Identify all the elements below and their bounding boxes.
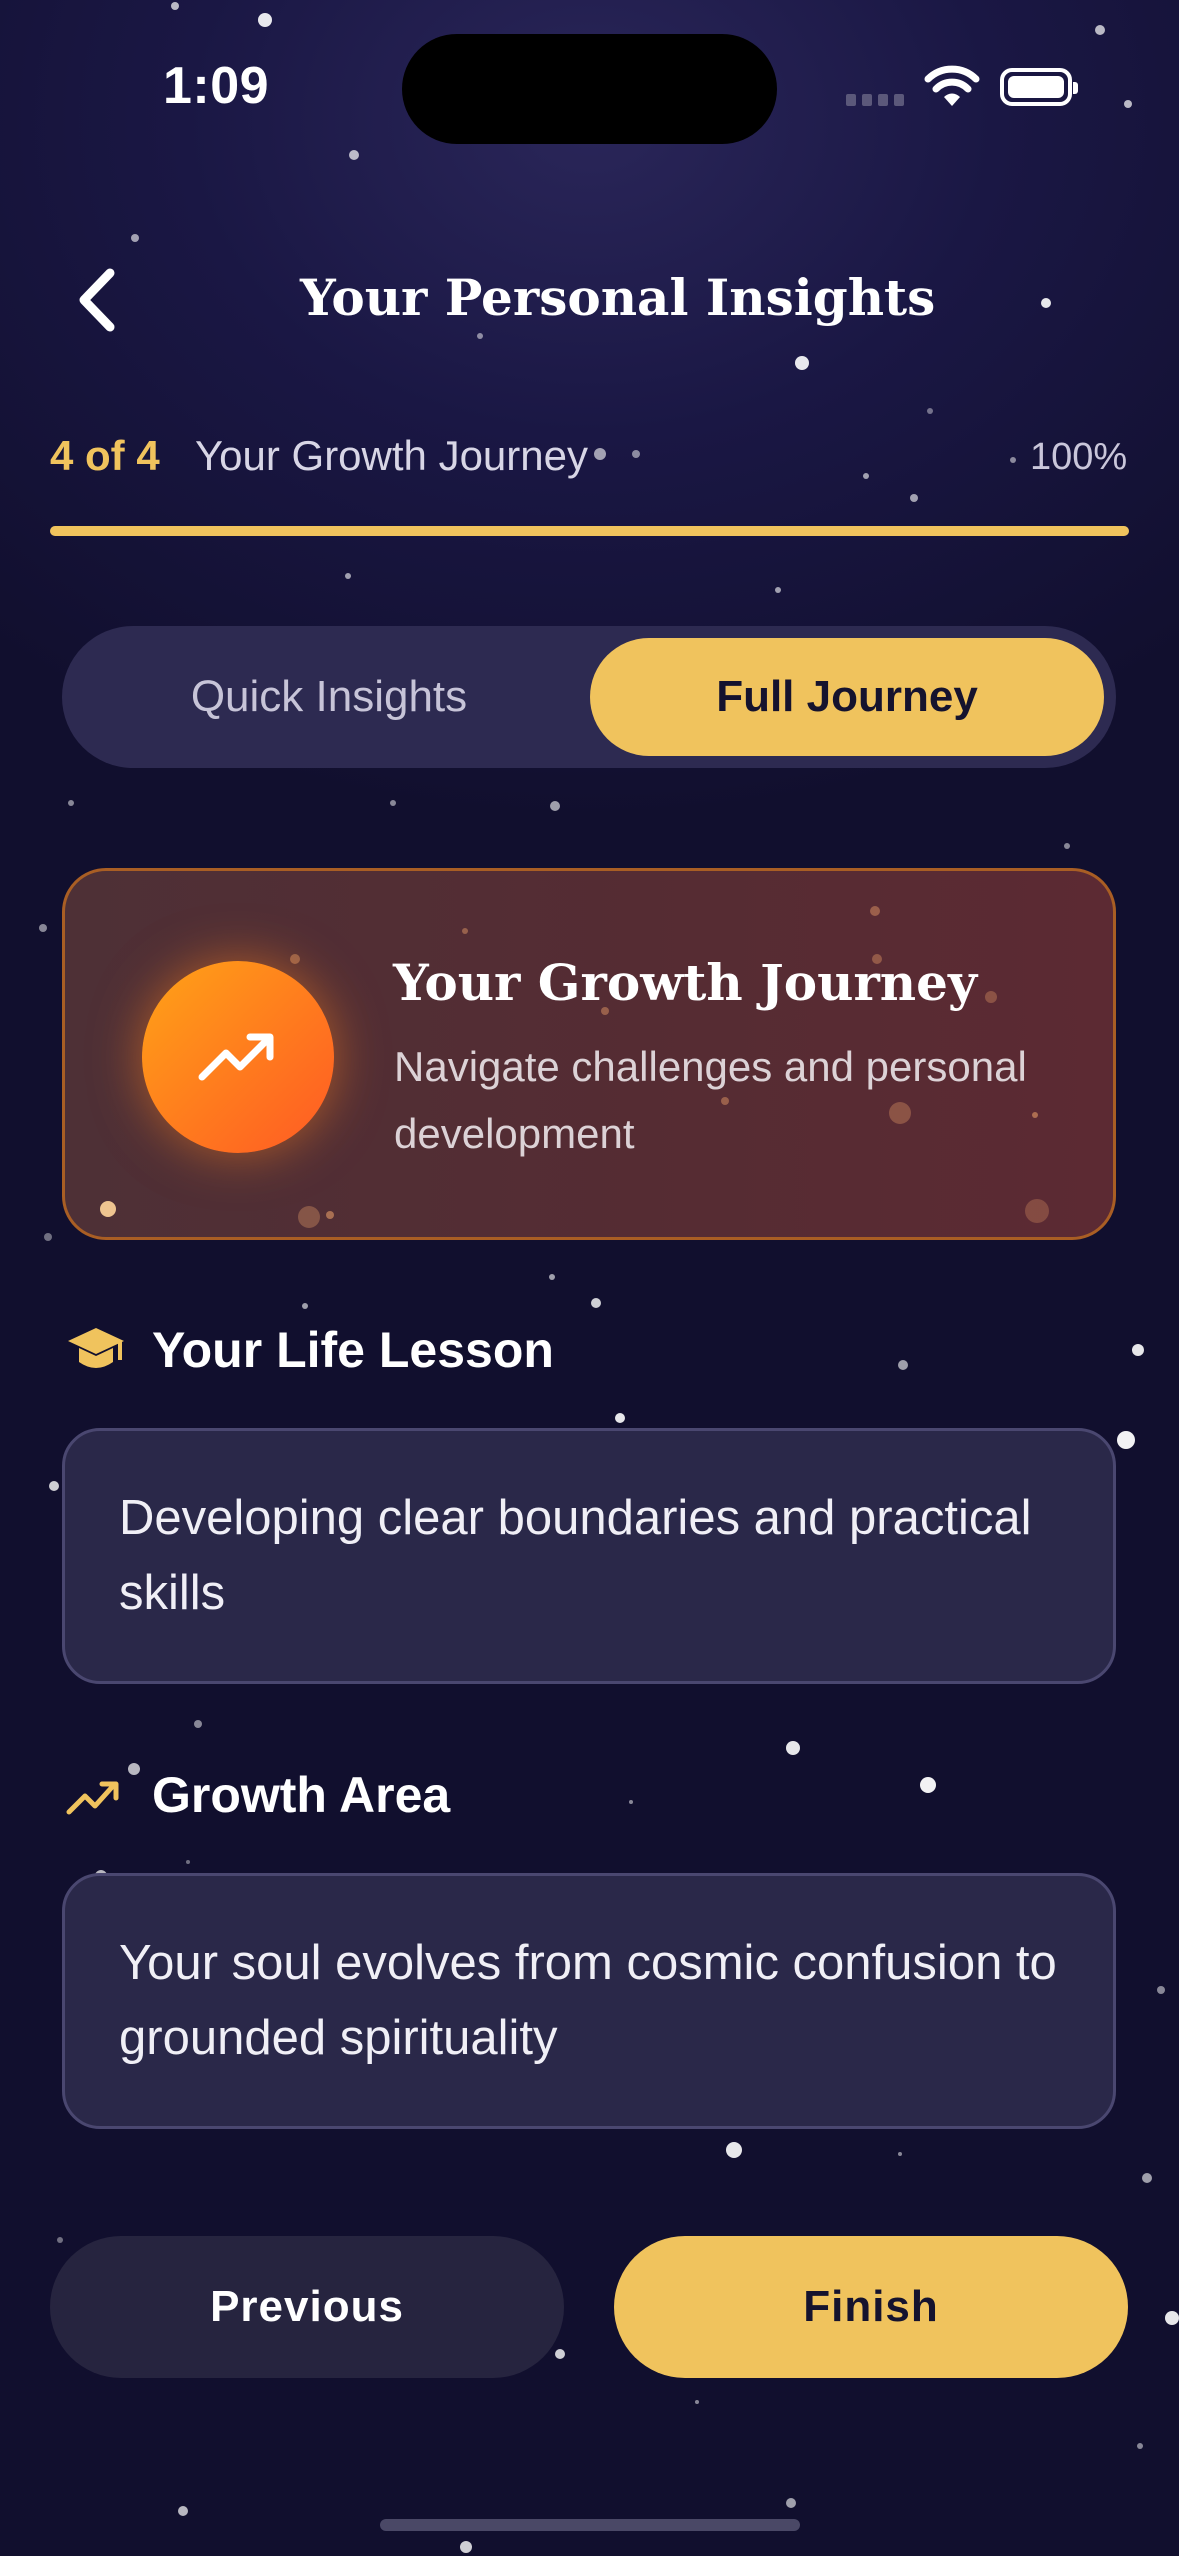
previous-button[interactable]: Previous — [50, 2236, 564, 2378]
life-lesson-card: Developing clear boundaries and practica… — [62, 1428, 1116, 1684]
step-counter: 4 of 4 — [50, 432, 160, 479]
life-lesson-heading: Your Life Lesson — [152, 1322, 554, 1378]
wifi-icon — [924, 65, 980, 106]
progress-percent: 100% — [1030, 436, 1128, 478]
growth-area-text: Your soul evolves from cosmic confusion … — [119, 1936, 1057, 2065]
page-title: Your Personal Insights — [300, 268, 936, 327]
finish-button[interactable]: Finish — [614, 2236, 1128, 2378]
status-time: 1:09 — [163, 57, 270, 115]
dynamic-island — [402, 34, 777, 144]
progress-bar — [50, 526, 1129, 536]
tab-quick-insights[interactable]: Quick Insights — [74, 638, 584, 756]
growth-area-heading: Growth Area — [152, 1767, 451, 1823]
back-chevron-icon[interactable] — [70, 265, 130, 335]
insights-mode-toggle: Quick Insights Full Journey — [62, 626, 1116, 768]
step-name: Your Growth Journey — [195, 432, 588, 479]
hero-description: Navigate challenges and personal develop… — [394, 1043, 1027, 1157]
battery-icon — [1000, 68, 1078, 106]
trending-up-icon — [66, 1781, 119, 1815]
growth-icon-badge — [142, 961, 334, 1153]
starfield — [39, 2, 1179, 2553]
trending-up-icon — [198, 1033, 274, 1081]
life-lesson-text: Developing clear boundaries and practica… — [119, 1491, 1032, 1620]
hero-title: Your Growth Journey — [393, 953, 978, 1012]
growth-journey-card: Your Growth Journey Navigate challenges … — [62, 868, 1116, 1240]
cellular-signal-icon — [846, 94, 904, 106]
progress-bar-fill — [50, 526, 1129, 536]
growth-area-card: Your soul evolves from cosmic confusion … — [62, 1873, 1116, 2129]
tab-full-journey[interactable]: Full Journey — [590, 638, 1104, 756]
graduation-cap-icon — [68, 1328, 124, 1368]
home-indicator[interactable] — [380, 2519, 800, 2531]
